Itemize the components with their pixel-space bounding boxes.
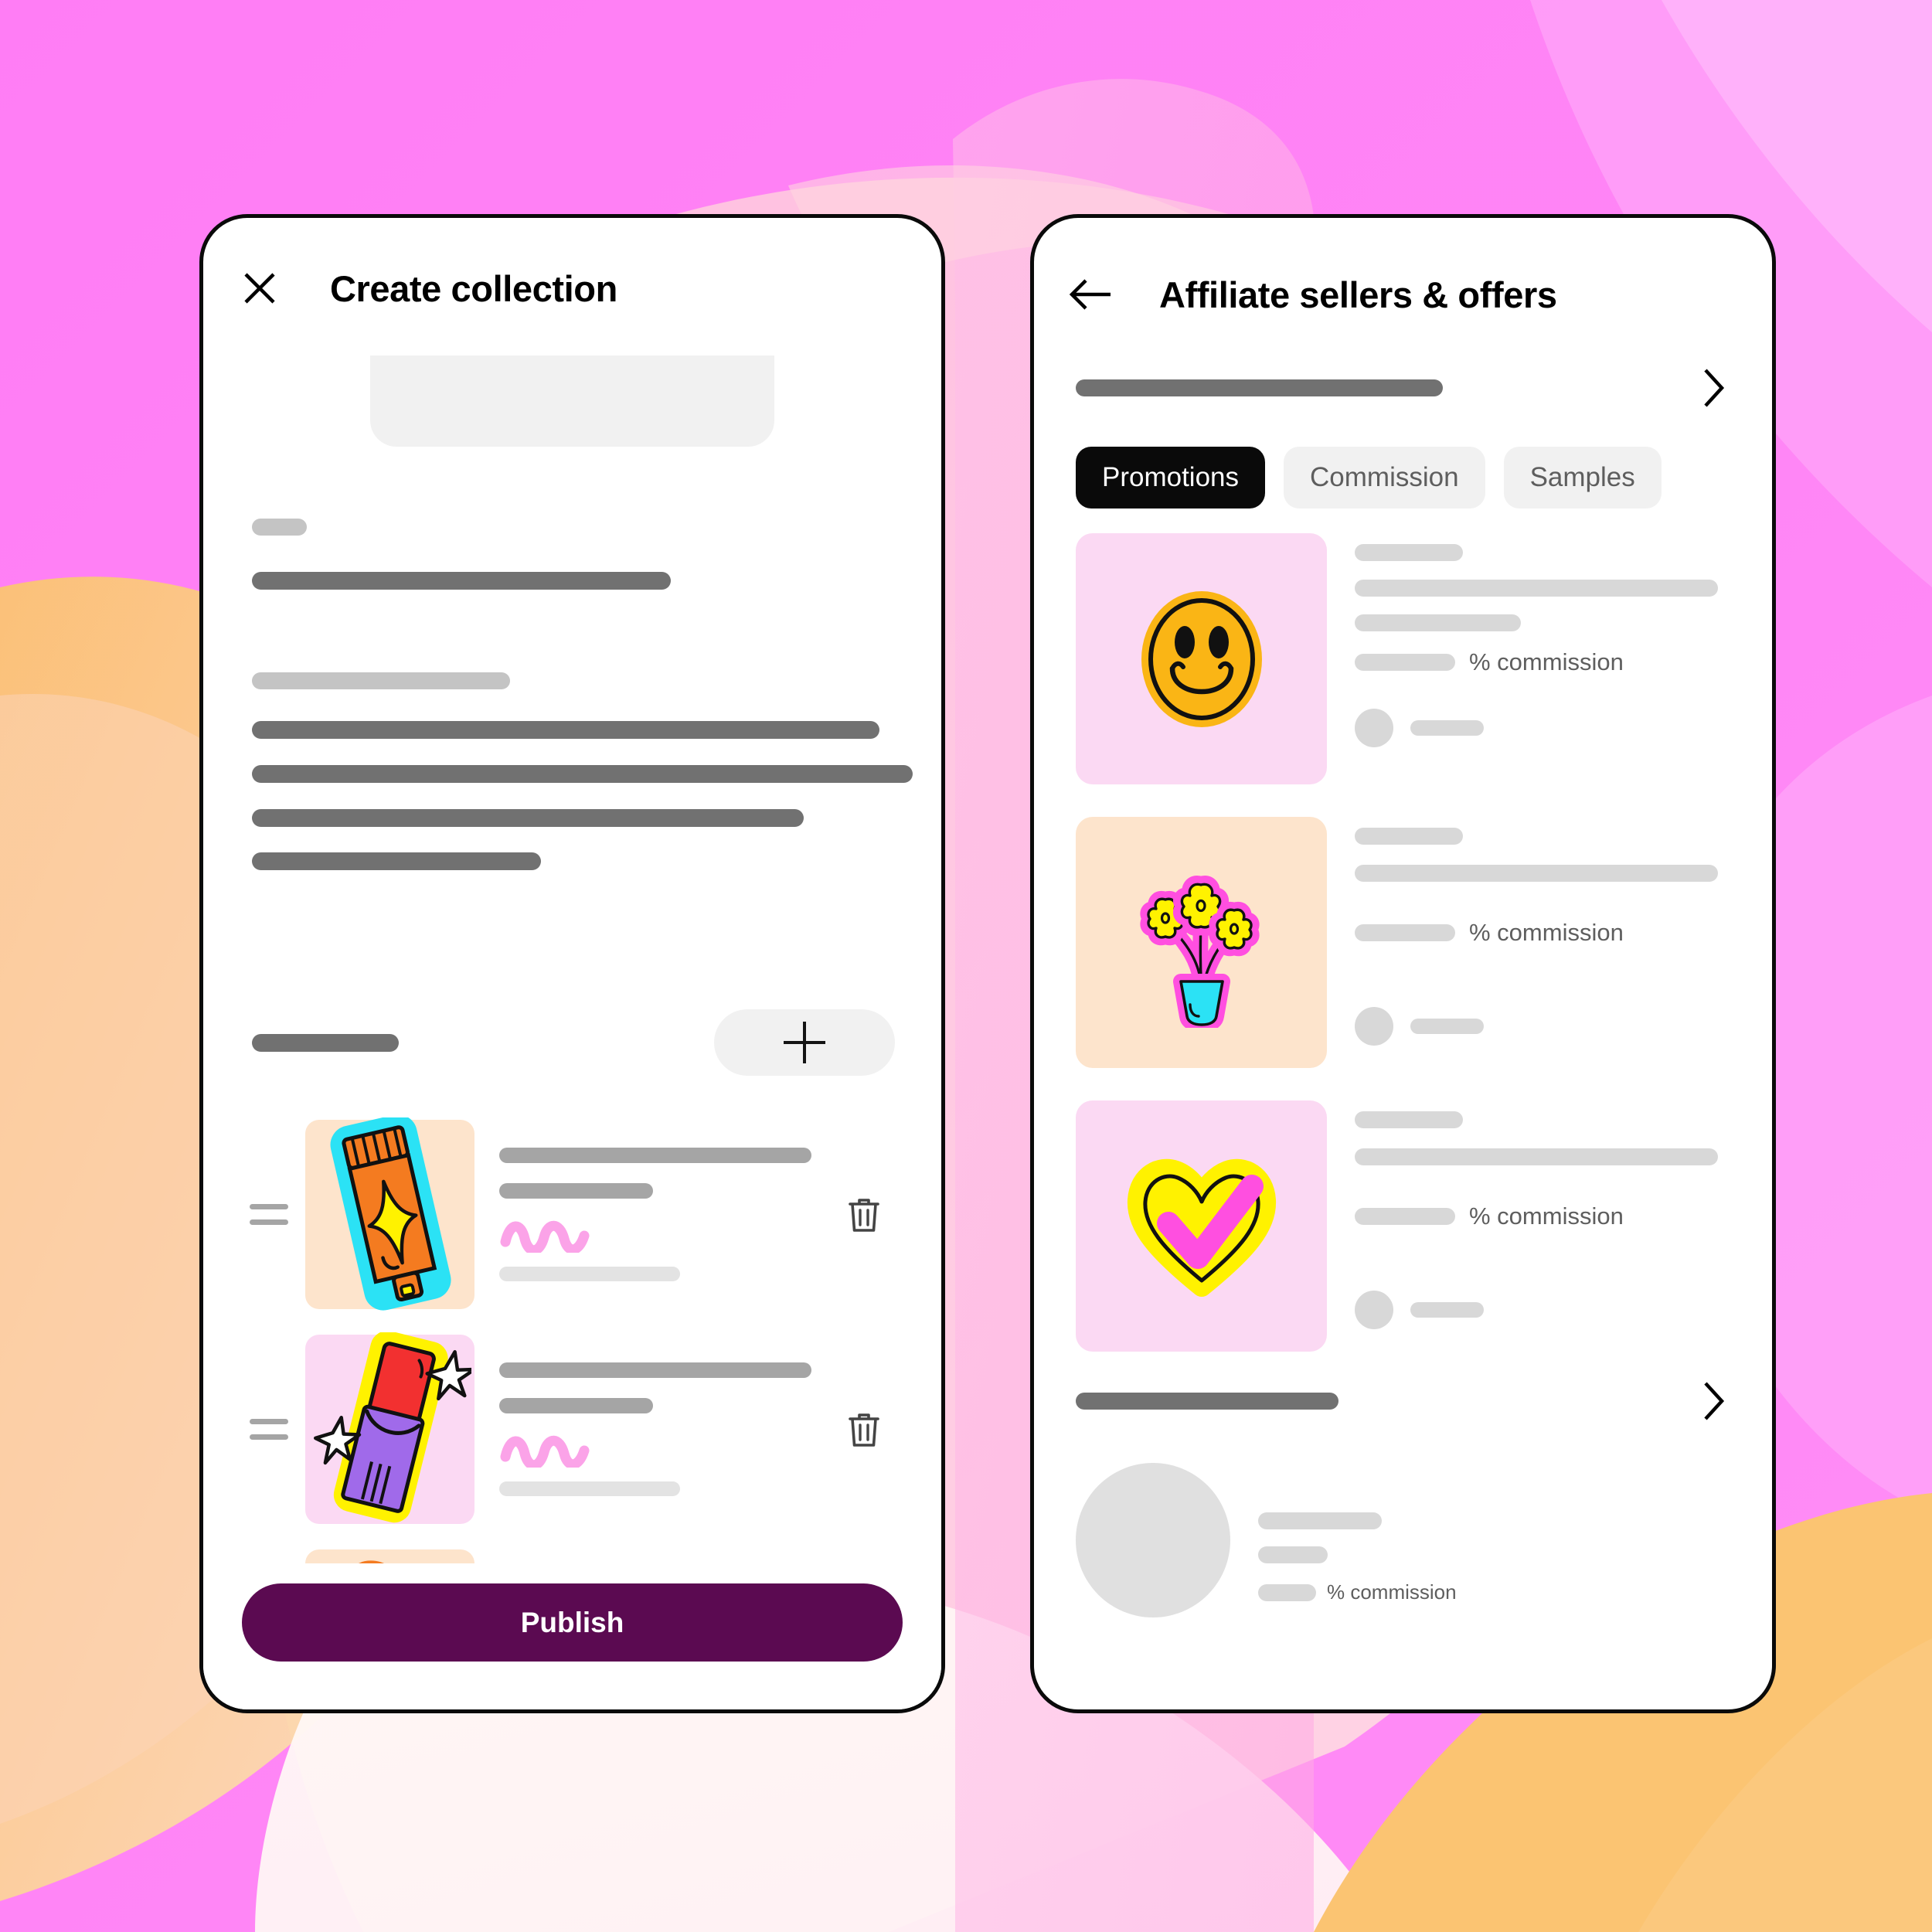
squiggle-decoration [499, 1219, 827, 1253]
offer-thumbnail [1076, 1100, 1327, 1352]
offer-row[interactable]: % commission [1076, 1100, 1730, 1352]
commission-row: % commission [1355, 1202, 1730, 1230]
commission-value-skeleton [1258, 1583, 1316, 1601]
offer-title-skeleton [1355, 1148, 1718, 1165]
section-title-skeleton [1076, 1393, 1338, 1410]
phone-create-collection: Create collection Publish [199, 214, 945, 1713]
page-title: Create collection [330, 267, 617, 309]
commission-value-skeleton [1355, 924, 1455, 941]
commission-label: % commission [1327, 1580, 1457, 1604]
create-collection-header: Create collection [203, 218, 941, 334]
offers-section-header[interactable] [1076, 369, 1730, 407]
phone-affiliate-sellers: Affiliate sellers & offers Promotions Co… [1030, 214, 1776, 1713]
product-meta [499, 1147, 841, 1281]
description-line [252, 809, 804, 827]
commission-label: % commission [1469, 919, 1624, 946]
offer-title-skeleton [1355, 580, 1718, 597]
product-subtitle-skeleton [499, 1182, 653, 1199]
commission-label: % commission [1469, 1202, 1624, 1230]
description-line [252, 765, 913, 783]
product-meta [499, 1362, 841, 1496]
offer-row[interactable]: % commission [1076, 533, 1730, 784]
commission-row: % commission [1355, 919, 1730, 947]
offer-thumbnail [1076, 817, 1327, 1068]
plus-icon [779, 1017, 830, 1068]
product-price-skeleton [499, 1481, 680, 1496]
affiliate-header: Affiliate sellers & offers [1034, 218, 1772, 334]
seller-row[interactable] [1355, 709, 1730, 747]
offer-tag-skeleton [1355, 828, 1463, 845]
drag-handle-icon[interactable] [250, 1203, 288, 1225]
page-title: Affiliate sellers & offers [1159, 274, 1557, 315]
trash-icon [845, 1194, 883, 1234]
commission-value-skeleton [1355, 654, 1455, 671]
squiggle-decoration [499, 1434, 827, 1468]
seller-name-skeleton [1410, 1019, 1484, 1034]
items-section-label-skeleton [252, 1033, 399, 1052]
drag-handle-icon[interactable] [250, 1418, 288, 1440]
avatar [1355, 1291, 1393, 1329]
trash-icon [845, 1409, 883, 1449]
product-subtitle-skeleton [499, 1397, 653, 1413]
product-row[interactable] [250, 1107, 895, 1321]
offer-meta: % commission [1355, 533, 1730, 784]
affiliate-body: Promotions Commission Samples % commissi… [1034, 369, 1772, 1617]
add-product-button[interactable] [714, 1009, 895, 1076]
offer-meta: % commission [1355, 817, 1730, 1068]
seller-row[interactable] [1355, 1007, 1730, 1046]
offer-thumbnail [1076, 533, 1327, 784]
tab-promotions[interactable]: Promotions [1076, 447, 1266, 509]
chevron-right-icon[interactable] [1696, 366, 1730, 410]
product-thumbnail [305, 1117, 474, 1311]
seller-name-skeleton [1258, 1512, 1382, 1529]
commission-row: % commission [1355, 648, 1730, 676]
avatar [1076, 1463, 1230, 1617]
product-title-skeleton [499, 1147, 811, 1163]
avatar [1355, 1007, 1393, 1046]
product-price-skeleton [499, 1266, 680, 1281]
offer-row[interactable]: % commission [1076, 817, 1730, 1068]
description-line [252, 721, 879, 739]
offer-meta: % commission [1355, 1100, 1730, 1352]
field-label-skeleton [252, 672, 510, 689]
sellers-section-header[interactable] [1076, 1382, 1730, 1420]
back-arrow-icon[interactable] [1066, 270, 1114, 318]
filter-tabs: Promotions Commission Samples [1076, 447, 1730, 509]
avatar [1355, 709, 1393, 747]
publish-bar: Publish [203, 1563, 941, 1709]
delete-product-button[interactable] [841, 1409, 887, 1449]
collection-name-field[interactable] [250, 519, 895, 590]
tab-samples[interactable]: Samples [1503, 447, 1662, 509]
seller-name-skeleton [1410, 1302, 1484, 1318]
featured-seller-card[interactable]: % commission [1076, 1463, 1730, 1617]
offer-tag-skeleton [1355, 1111, 1463, 1128]
offer-list: % commission % commission % commission [1076, 533, 1730, 1352]
close-icon[interactable] [236, 264, 284, 312]
chevron-right-icon[interactable] [1696, 1379, 1730, 1423]
offer-title-skeleton [1355, 865, 1718, 882]
offer-tag-skeleton [1355, 544, 1463, 561]
commission-label: % commission [1469, 648, 1624, 675]
seller-row[interactable] [1355, 1291, 1730, 1329]
field-label-skeleton [252, 519, 307, 536]
publish-button[interactable]: Publish [242, 1583, 903, 1662]
section-title-skeleton [1076, 379, 1443, 396]
collection-description-field[interactable] [250, 672, 913, 870]
featured-seller-info: % commission [1258, 1463, 1457, 1617]
commission-row: % commission [1258, 1580, 1457, 1604]
product-title-skeleton [499, 1362, 811, 1378]
description-line [252, 852, 541, 870]
product-thumbnail [305, 1332, 474, 1524]
create-collection-body [203, 355, 941, 1709]
field-value-skeleton [252, 572, 671, 590]
delete-product-button[interactable] [841, 1194, 887, 1234]
offer-subtitle-skeleton [1355, 614, 1521, 631]
seller-name-skeleton [1410, 720, 1484, 736]
seller-handle-skeleton [1258, 1546, 1328, 1563]
commission-value-skeleton [1355, 1208, 1455, 1225]
tab-commission[interactable]: Commission [1284, 447, 1485, 509]
items-section-header [250, 1009, 895, 1076]
product-row[interactable] [250, 1321, 895, 1536]
cover-image-placeholder[interactable] [370, 355, 774, 447]
